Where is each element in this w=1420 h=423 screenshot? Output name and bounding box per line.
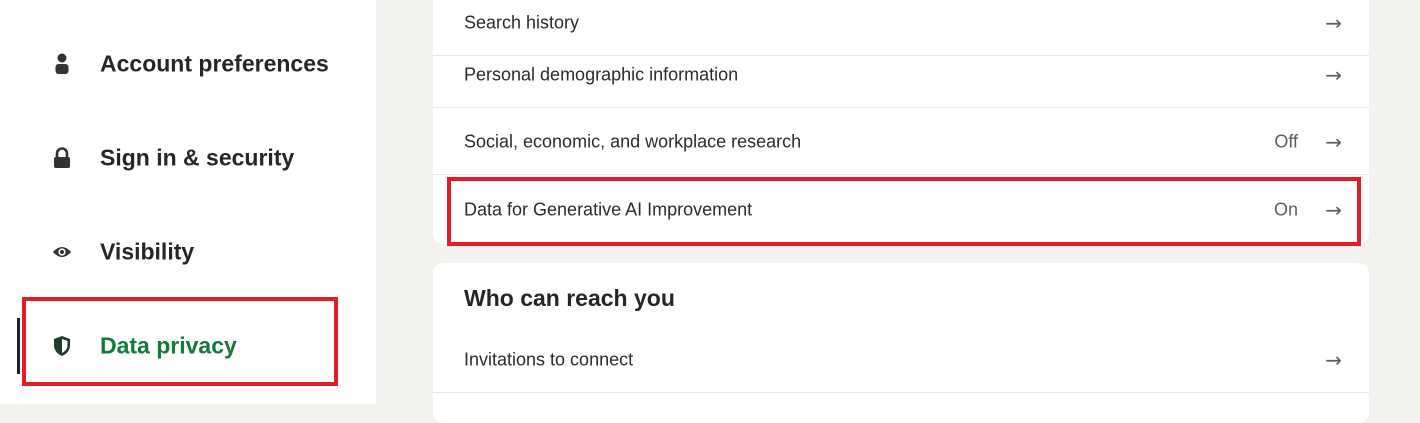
- arrow-right-icon: →: [1325, 130, 1342, 154]
- settings-sidebar: Account preferences Sign in & security V…: [0, 0, 376, 404]
- sidebar-item-label: Data privacy: [100, 332, 237, 359]
- settings-row-invitations[interactable]: Invitations to connect →: [433, 327, 1369, 393]
- person-icon: [52, 53, 72, 75]
- sidebar-item-label: Account preferences: [100, 50, 329, 77]
- lock-icon: [52, 147, 72, 169]
- arrow-right-icon: →: [1325, 63, 1342, 87]
- row-label: Data for Generative AI Improvement: [464, 199, 753, 220]
- who-can-reach-you-card: Who can reach you Invitations to connect…: [433, 263, 1369, 423]
- sidebar-item-visibility[interactable]: Visibility: [0, 222, 376, 282]
- row-status: On: [1273, 199, 1298, 220]
- row-label: Social, economic, and workplace research: [464, 131, 802, 152]
- section-title: Who can reach you: [464, 285, 675, 311]
- sidebar-item-account-preferences[interactable]: Account preferences: [0, 34, 376, 94]
- sidebar-item-data-privacy[interactable]: Data privacy: [0, 316, 376, 376]
- settings-row-demographic-info[interactable]: Personal demographic information →: [433, 42, 1369, 108]
- arrow-right-icon: →: [1325, 11, 1342, 35]
- settings-row-generative-ai[interactable]: Data for Generative AI Improvement On →: [433, 177, 1369, 243]
- shield-icon: [52, 335, 72, 357]
- row-label: Invitations to connect: [464, 349, 634, 370]
- arrow-right-icon: →: [1325, 348, 1342, 372]
- row-label: Search history: [464, 12, 580, 33]
- eye-icon: [52, 241, 72, 263]
- row-label: Personal demographic information: [464, 64, 739, 85]
- settings-row-workplace-research[interactable]: Social, economic, and workplace research…: [433, 109, 1369, 175]
- sidebar-item-sign-in-security[interactable]: Sign in & security: [0, 128, 376, 188]
- settings-card: Search history → Personal demographic in…: [433, 0, 1369, 244]
- sidebar-item-label: Sign in & security: [100, 144, 295, 171]
- arrow-right-icon: →: [1325, 198, 1342, 222]
- row-status: Off: [1274, 131, 1298, 152]
- sidebar-item-label: Visibility: [100, 238, 195, 265]
